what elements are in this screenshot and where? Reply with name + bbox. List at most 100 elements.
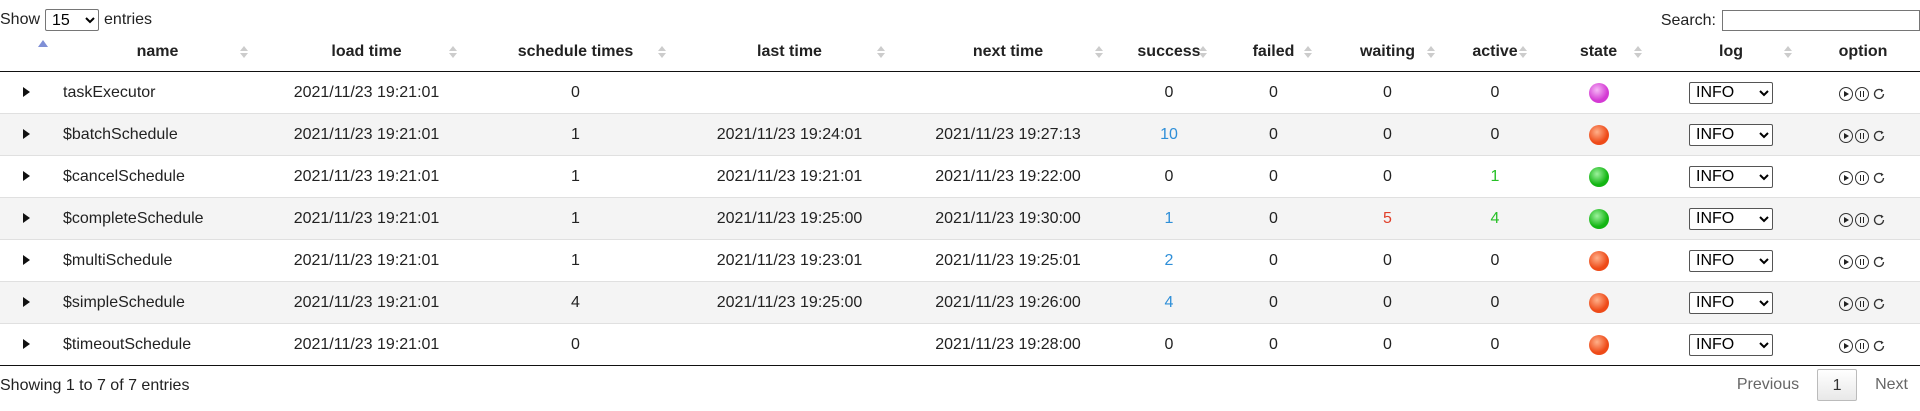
sort-icon [1199,46,1207,58]
expand-icon[interactable] [23,128,30,139]
column-header-option: option [1806,33,1920,72]
expand-icon[interactable] [23,338,30,349]
last-time: 2021/11/23 19:23:01 [680,239,899,282]
success-count[interactable]: 1 [1117,197,1221,240]
waiting-count[interactable]: 5 [1326,197,1449,240]
column-header-load-time[interactable]: load time [262,33,471,72]
waiting-count: 0 [1326,155,1449,198]
state-indicator-icon [1588,82,1609,103]
entries-label: entries [104,11,153,28]
expand-cell[interactable] [0,113,53,156]
reload-icon[interactable] [1871,296,1887,312]
log-level-select[interactable]: INFO [1689,123,1773,146]
active-count[interactable]: 1 [1449,155,1541,198]
page-size-select[interactable]: 15 [45,9,100,31]
expand-cell[interactable] [0,281,53,324]
load-time: 2021/11/23 19:21:01 [262,155,471,198]
state-indicator-icon [1588,250,1609,271]
column-header-schedule-times[interactable]: schedule times [471,33,680,72]
active-count: 0 [1449,239,1541,282]
schedule-times: 1 [471,155,680,198]
expand-cell[interactable] [0,155,53,198]
column-header-last-time[interactable]: last time [680,33,899,72]
column-header-success[interactable]: success [1117,33,1221,72]
expand-icon[interactable] [23,170,30,181]
expand-cell[interactable] [0,323,53,366]
start-icon[interactable] [1839,338,1853,353]
pause-icon[interactable] [1855,170,1869,185]
failed-count: 0 [1221,155,1326,198]
start-icon[interactable] [1839,86,1853,101]
sort-icon [449,46,457,58]
sort-icon [1519,46,1527,58]
search-input[interactable] [1722,10,1920,31]
expand-cell[interactable] [0,71,53,114]
expand-icon[interactable] [23,212,30,223]
success-count[interactable]: 10 [1117,113,1221,156]
reload-icon[interactable] [1871,128,1887,144]
start-icon[interactable] [1839,254,1853,269]
reload-icon[interactable] [1871,254,1887,270]
log-cell: INFO [1656,281,1806,324]
reload-icon[interactable] [1871,212,1887,228]
pause-icon[interactable] [1855,128,1869,143]
task-name: $simpleSchedule [53,281,262,324]
pause-icon[interactable] [1855,212,1869,227]
waiting-count: 0 [1326,323,1449,366]
reload-icon[interactable] [1871,86,1887,102]
state-indicator-icon [1588,334,1609,355]
active-count[interactable]: 4 [1449,197,1541,240]
expand-icon[interactable] [23,254,30,265]
column-header-name[interactable]: name [53,33,262,72]
schedule-times: 0 [471,323,680,366]
pause-icon[interactable] [1855,296,1869,311]
log-cell: INFO [1656,71,1806,114]
sort-icon [877,46,885,58]
option-cell [1806,71,1920,114]
next-button[interactable]: Next [1863,369,1920,401]
table-body: taskExecutor 2021/11/23 19:21:01 0 0 0 0 0 INFO… [0,71,1920,366]
column-header-waiting[interactable]: waiting [1326,33,1449,72]
start-icon[interactable] [1839,296,1853,311]
success-count: 0 [1117,323,1221,366]
column-header-next-time[interactable]: next time [899,33,1117,72]
start-icon[interactable] [1839,128,1853,143]
start-icon[interactable] [1839,170,1853,185]
column-header-state[interactable]: state [1541,33,1656,72]
table-row: $timeoutSchedule 2021/11/23 19:21:01 0 2021… [0,323,1920,366]
success-count[interactable]: 2 [1117,239,1221,282]
next-time: 2021/11/23 19:27:13 [899,113,1117,156]
start-icon[interactable] [1839,212,1853,227]
expand-cell[interactable] [0,239,53,282]
task-name: $timeoutSchedule [53,323,262,366]
log-cell: INFO [1656,155,1806,198]
pagination: Previous 1 Next [1725,369,1920,401]
reload-icon[interactable] [1871,338,1887,354]
log-level-select[interactable]: INFO [1689,81,1773,104]
expand-cell[interactable] [0,197,53,240]
column-header-failed[interactable]: failed [1221,33,1326,72]
failed-count: 0 [1221,281,1326,324]
log-level-select[interactable]: INFO [1689,207,1773,230]
column-header-active[interactable]: active [1449,33,1541,72]
page-button-current[interactable]: 1 [1817,369,1858,401]
expand-icon[interactable] [23,296,30,307]
pause-icon[interactable] [1855,254,1869,269]
load-time: 2021/11/23 19:21:01 [262,197,471,240]
expand-icon[interactable] [23,86,30,97]
table-row: $completeSchedule 2021/11/23 19:21:01 1 202… [0,197,1920,240]
log-level-select[interactable]: INFO [1689,249,1773,272]
success-count[interactable]: 4 [1117,281,1221,324]
pause-icon[interactable] [1855,86,1869,101]
log-level-select[interactable]: INFO [1689,291,1773,314]
table-row: $multiSchedule 2021/11/23 19:21:01 1 2021/1… [0,239,1920,282]
log-level-select[interactable]: INFO [1689,333,1773,356]
schedule-times: 1 [471,113,680,156]
column-header-expand[interactable] [0,33,53,72]
column-header-log[interactable]: log [1656,33,1806,72]
pause-icon[interactable] [1855,338,1869,353]
reload-icon[interactable] [1871,170,1887,186]
previous-button[interactable]: Previous [1725,369,1811,401]
log-level-select[interactable]: INFO [1689,165,1773,188]
active-count: 0 [1449,71,1541,114]
